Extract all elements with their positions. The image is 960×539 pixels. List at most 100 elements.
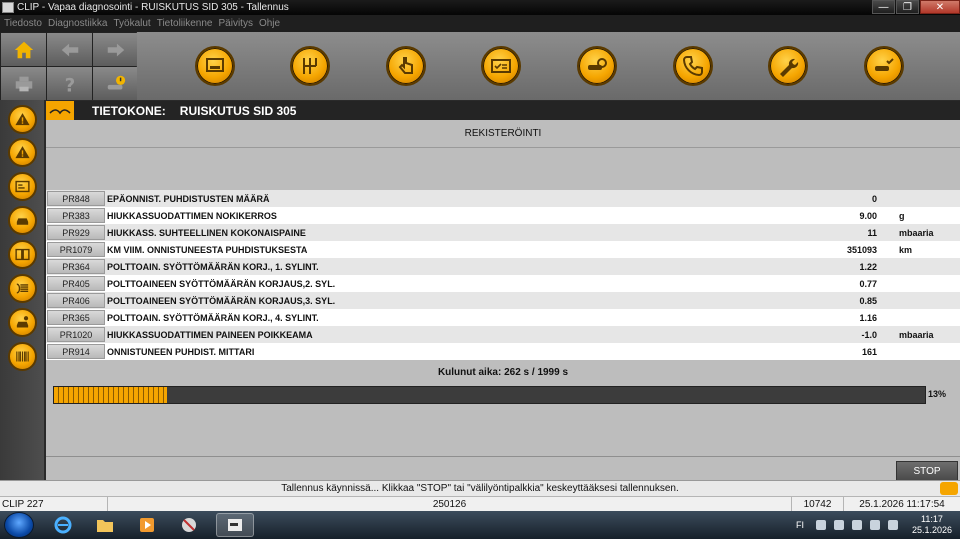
stop-button[interactable]: STOP bbox=[896, 461, 958, 481]
checklist-icon bbox=[491, 59, 511, 73]
back-button[interactable] bbox=[47, 33, 92, 66]
parameter-description: KM VIIM. ONNISTUNEESTA PUHDISTUKSESTA bbox=[107, 244, 308, 255]
maximize-button[interactable]: ❐ bbox=[896, 0, 919, 14]
diagnostic-scan-button[interactable] bbox=[577, 46, 617, 86]
vehicle-id-button[interactable] bbox=[195, 46, 235, 86]
parameter-description: ONNISTUNEEN PUHDIST. MITTARI bbox=[107, 346, 255, 357]
tool-icon bbox=[182, 518, 196, 532]
gear-shift-icon bbox=[303, 58, 317, 74]
parameter-unit: g bbox=[899, 210, 905, 221]
vehicle-info-button[interactable] bbox=[93, 67, 138, 100]
elapsed-label: Kulunut aika: bbox=[437, 367, 502, 378]
status-bar: CLIP 227 250126 10742 25.1.2026 11:17:54 bbox=[0, 496, 960, 512]
help-button[interactable]: ? bbox=[47, 67, 92, 100]
phone-icon bbox=[682, 56, 703, 77]
tray-phone-icon[interactable] bbox=[833, 520, 844, 530]
table-row: PR364 POLTTOAIN. SYÖTTÖMÄÄRÄN KORJ., 1. S… bbox=[46, 258, 960, 275]
minimize-button[interactable]: — bbox=[872, 0, 895, 14]
menu-paivitys[interactable]: Päivitys bbox=[219, 18, 253, 29]
parameter-code-button[interactable]: PR1079 bbox=[47, 242, 105, 257]
parameter-code-button[interactable]: PR365 bbox=[47, 310, 105, 325]
nav-button-grid: ? bbox=[0, 32, 138, 100]
window-title: CLIP - Vapaa diagnosointi - RUISKUTUS SI… bbox=[17, 2, 289, 13]
table-row: PR365 POLTTOAIN. SYÖTTÖMÄÄRÄN KORJ., 4. S… bbox=[46, 309, 960, 326]
tools-button[interactable] bbox=[768, 46, 808, 86]
menu-tiedosto[interactable]: Tiedosto bbox=[4, 18, 42, 29]
parameter-code-button[interactable]: PR1020 bbox=[47, 327, 105, 342]
parameter-code-button[interactable]: PR914 bbox=[47, 344, 105, 359]
parameter-unit: km bbox=[899, 244, 913, 255]
parameter-code-button[interactable]: PR929 bbox=[47, 225, 105, 240]
parameter-code-button[interactable]: PR383 bbox=[47, 208, 105, 223]
documentation-button[interactable] bbox=[8, 240, 37, 269]
tray-arrow-icon[interactable] bbox=[815, 520, 826, 530]
taskbar-clock[interactable]: 11:17 25.1.2026 bbox=[912, 514, 952, 536]
parameter-code-button[interactable]: PR405 bbox=[47, 276, 105, 291]
car-icon bbox=[16, 218, 29, 225]
headlight-icon bbox=[16, 283, 29, 294]
parameter-code-button[interactable]: PR364 bbox=[47, 259, 105, 274]
ecu-name: RUISKUTUS SID 305 bbox=[179, 103, 297, 118]
forward-button[interactable] bbox=[93, 33, 138, 66]
table-row: PR405 POLTTOAINEEN SYÖTTÖMÄÄRÄN KORJAUS,2… bbox=[46, 275, 960, 292]
barcode-button[interactable] bbox=[8, 342, 37, 371]
arrow-right-icon bbox=[107, 43, 124, 56]
parameter-code-button[interactable]: PR406 bbox=[47, 293, 105, 308]
language-indicator[interactable]: FI bbox=[796, 520, 804, 530]
table-row: PR914 ONNISTUNEEN PUHDIST. MITTARI 161 bbox=[46, 343, 960, 360]
book-icon bbox=[15, 248, 30, 261]
tray-flag-icon[interactable] bbox=[851, 520, 862, 530]
table-row: PR1020 HIUKKASSUODATTIMEN PAINEEN POIKKEA… bbox=[46, 326, 960, 343]
lighting-button[interactable] bbox=[8, 274, 37, 303]
parameters-button[interactable] bbox=[8, 172, 37, 201]
parameter-description: HIUKKASSUODATTIMEN PAINEEN POIKKEAMA bbox=[107, 329, 313, 340]
tray-volume-icon[interactable] bbox=[887, 520, 898, 530]
question-icon: ? bbox=[64, 75, 75, 95]
status-message: Tallennus käynnissä... Klikkaa "STOP" ta… bbox=[281, 483, 679, 494]
car-info-button[interactable] bbox=[8, 308, 37, 337]
table-row: PR406 POLTTOAINEEN SYÖTTÖMÄÄRÄN KORJAUS,3… bbox=[46, 292, 960, 309]
action-bar: STOP bbox=[46, 456, 960, 481]
message-icon[interactable] bbox=[940, 482, 958, 495]
parameter-code-button[interactable]: PR848 bbox=[47, 191, 105, 206]
support-call-button[interactable] bbox=[673, 46, 713, 86]
internet-explorer-icon bbox=[54, 516, 72, 534]
screen-icon bbox=[15, 180, 30, 193]
start-button[interactable] bbox=[4, 512, 34, 538]
menu-diagnostiikka[interactable]: Diagnostiikka bbox=[48, 18, 107, 29]
warning-icon bbox=[15, 146, 30, 159]
manual-control-button[interactable] bbox=[386, 46, 426, 86]
parameter-value: 351093 bbox=[846, 244, 877, 255]
taskbar-media-player[interactable] bbox=[128, 513, 166, 537]
status-clip-version: CLIP 227 bbox=[0, 497, 108, 512]
faults-button[interactable] bbox=[8, 105, 37, 134]
barcode-icon bbox=[16, 351, 29, 362]
menu-tietoliikenne[interactable]: Tietoliikenne bbox=[157, 18, 213, 29]
vehicle-check-button[interactable] bbox=[864, 46, 904, 86]
ecu-header: TIETOKONE: RUISKUTUS SID 305 bbox=[46, 101, 960, 120]
parameter-value: 0.77 bbox=[859, 278, 877, 289]
toolbar: ? bbox=[0, 32, 960, 100]
svg-text:?: ? bbox=[64, 75, 75, 95]
taskbar-internet-explorer[interactable] bbox=[44, 513, 82, 537]
tray-network-icon[interactable] bbox=[869, 520, 880, 530]
vehicle-button[interactable] bbox=[8, 206, 37, 235]
faults-history-button[interactable] bbox=[8, 138, 37, 167]
print-button[interactable] bbox=[1, 67, 46, 100]
ecu-label: TIETOKONE: bbox=[92, 103, 166, 118]
clock-time: 11:17 bbox=[921, 514, 943, 524]
table-row: PR929 HIUKKASS. SUHTEELLINEN KOKONAISPAIN… bbox=[46, 224, 960, 241]
parameter-value: 161 bbox=[861, 346, 877, 357]
taskbar-clip[interactable] bbox=[216, 513, 254, 537]
gearbox-button[interactable] bbox=[290, 46, 330, 86]
taskbar-tool[interactable] bbox=[170, 513, 208, 537]
close-button[interactable]: ✕ bbox=[920, 0, 960, 14]
elapsed-time: Kulunut aika: 262 s / 1999 s bbox=[46, 367, 960, 378]
checklist-button[interactable] bbox=[481, 46, 521, 86]
clip-app-icon bbox=[228, 519, 242, 531]
parameter-value: 0.85 bbox=[859, 295, 877, 306]
menu-tyokalut[interactable]: Työkalut bbox=[113, 18, 150, 29]
menu-ohje[interactable]: Ohje bbox=[259, 18, 280, 29]
home-button[interactable] bbox=[1, 33, 46, 66]
taskbar-explorer[interactable] bbox=[86, 513, 124, 537]
